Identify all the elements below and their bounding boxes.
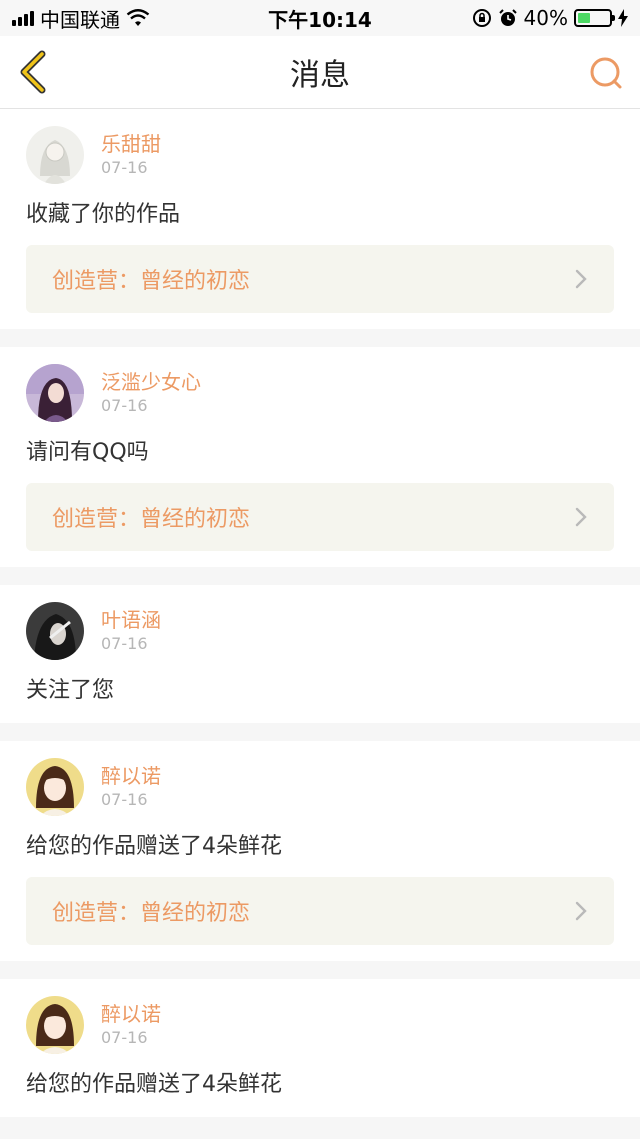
chevron-right-icon <box>575 269 587 289</box>
signal-icon <box>12 10 34 26</box>
clock: 下午10:14 <box>268 7 372 32</box>
chevron-right-icon <box>575 901 587 921</box>
charging-icon <box>618 9 628 27</box>
avatar[interactable] <box>26 364 84 422</box>
message-card: 叶语涵 07-16 关注了您 <box>0 585 640 723</box>
message-card: 泛滥少女心 07-16 请问有QQ吗 创造营：曾经的初恋 <box>0 347 640 567</box>
message-text: 给您的作品赠送了4朵鲜花 <box>26 1072 282 1097</box>
message-date: 07-16 <box>101 790 148 809</box>
rotation-lock-icon <box>472 9 491 27</box>
work-title: 创造营：曾经的初恋 <box>52 269 251 294</box>
message-card: 乐甜甜 07-16 收藏了你的作品 创造营：曾经的初恋 <box>0 109 640 329</box>
message-list: 乐甜甜 07-16 收藏了你的作品 创造营：曾经的初恋 泛滥少女心 07-16 … <box>0 109 640 1135</box>
username[interactable]: 叶语涵 <box>101 607 161 633</box>
work-link[interactable]: 创造营：曾经的初恋 <box>26 877 614 945</box>
username[interactable]: 醉以诺 <box>101 1001 161 1027</box>
work-link[interactable]: 创造营：曾经的初恋 <box>26 483 614 551</box>
message-text: 给您的作品赠送了4朵鲜花 <box>26 834 282 859</box>
avatar[interactable] <box>26 126 84 184</box>
avatar[interactable] <box>26 758 84 816</box>
status-right: 40% <box>472 6 628 30</box>
wifi-icon <box>126 9 150 26</box>
avatar[interactable] <box>26 602 84 660</box>
message-date: 07-16 <box>101 158 148 177</box>
username[interactable]: 醉以诺 <box>101 763 161 789</box>
nav-bar: 消息 <box>0 36 640 109</box>
message-text: 收藏了你的作品 <box>26 202 181 227</box>
message-date: 07-16 <box>101 634 148 653</box>
message-date: 07-16 <box>101 396 148 415</box>
message-text: 关注了您 <box>26 678 115 703</box>
battery-percent: 40% <box>523 6 568 30</box>
status-bar: 中国联通 下午10:14 40% <box>0 0 640 36</box>
message-card: 醉以诺 07-16 给您的作品赠送了4朵鲜花 <box>0 979 640 1117</box>
work-link[interactable]: 创造营：曾经的初恋 <box>26 245 614 313</box>
alarm-icon <box>498 9 517 26</box>
page-title: 消息 <box>290 58 350 93</box>
battery-icon <box>574 9 615 27</box>
work-title: 创造营：曾经的初恋 <box>52 901 251 926</box>
message-text: 请问有QQ吗 <box>26 440 149 465</box>
work-title: 创造营：曾经的初恋 <box>52 507 251 532</box>
username[interactable]: 乐甜甜 <box>101 131 161 157</box>
message-card: 醉以诺 07-16 给您的作品赠送了4朵鲜花 创造营：曾经的初恋 <box>0 741 640 961</box>
chevron-right-icon <box>575 507 587 527</box>
search-button[interactable] <box>586 54 626 94</box>
avatar[interactable] <box>26 996 84 1054</box>
message-date: 07-16 <box>101 1028 148 1047</box>
status-left: 中国联通 <box>12 4 150 33</box>
username[interactable]: 泛滥少女心 <box>101 369 201 395</box>
carrier-label: 中国联通 <box>40 7 120 32</box>
back-button[interactable] <box>14 50 54 94</box>
